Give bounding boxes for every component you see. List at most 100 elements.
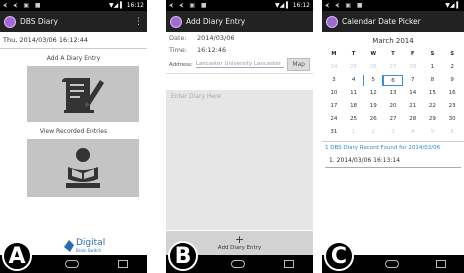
- app-icon[interactable]: [170, 15, 182, 28]
- status-icons-left: ⮜ ⮜ ▣ ■: [325, 1, 365, 9]
- calendar-day: 4: [410, 129, 415, 135]
- calendar-day[interactable]: 10: [324, 88, 344, 99]
- calendar-day: 25: [350, 64, 358, 70]
- add-entry-label: Add A Diary Entry: [46, 55, 101, 62]
- recent-apps-icon[interactable]: [435, 260, 446, 268]
- calendar-day[interactable]: 12: [363, 88, 383, 99]
- calendar-day[interactable]: 25: [344, 114, 364, 125]
- records-found-message: 1 DBS Diary Record Found for 2014/03/06: [322, 141, 464, 154]
- app-icon[interactable]: [326, 15, 338, 28]
- calendar-day[interactable]: 18: [344, 101, 364, 112]
- home-icon[interactable]: [65, 260, 80, 268]
- panel-label-b: B: [168, 241, 198, 271]
- map-button[interactable]: Map: [287, 58, 310, 71]
- calendar-day: 27: [389, 64, 397, 70]
- reading-person-icon: [66, 148, 100, 188]
- calendar-day[interactable]: 31: [324, 127, 344, 138]
- calendar-day[interactable]: 22: [423, 101, 443, 112]
- status-icons-left: ⮜ ⮜ ▣ ■: [3, 1, 43, 9]
- home-icon[interactable]: [384, 260, 399, 268]
- time-row: Time: 16:12:46: [166, 44, 313, 56]
- calendar-day[interactable]: 6: [383, 75, 403, 86]
- panel-label-a: A: [2, 241, 32, 271]
- recent-apps-icon[interactable]: [117, 260, 128, 268]
- calendar-day[interactable]: 11: [344, 88, 364, 99]
- calendar-day: 28: [409, 64, 417, 70]
- calendar-day[interactable]: 14: [403, 88, 423, 99]
- calendar-day: 24: [330, 64, 338, 70]
- calendar-day[interactable]: 7: [403, 75, 423, 86]
- address-row: Address: Lancaster University Lancaster …: [166, 56, 313, 74]
- calendar-day[interactable]: 3: [324, 75, 344, 86]
- calendar-day[interactable]: 21: [403, 101, 423, 112]
- recent-apps-icon[interactable]: [283, 260, 294, 268]
- calendar-day[interactable]: 30: [442, 114, 462, 125]
- calendar-day[interactable]: 19: [363, 101, 383, 112]
- calendar-day: 6: [450, 129, 454, 135]
- app-icon: [4, 15, 16, 28]
- current-datetime: Thu, 2014/03/06 16:12:44: [0, 32, 147, 49]
- status-bar: ⮜ ⮜ ▣ ■ ▼◢ ▍ 16:12: [0, 0, 147, 11]
- calendar-day[interactable]: 28: [403, 114, 423, 125]
- diary-text-area[interactable]: Enter Diary Here: [166, 90, 313, 230]
- status-bar: ⮜ ⮜ ▣ ■ ▼◢ ▍ 16:12: [166, 0, 313, 11]
- screen-title: Add Diary Entry: [186, 17, 246, 26]
- date-value: 2014/03/06: [197, 34, 235, 42]
- calendar-day[interactable]: 26: [363, 114, 383, 125]
- calendar-day[interactable]: 13: [383, 88, 403, 99]
- view-entries-button[interactable]: [27, 139, 139, 197]
- logo-icon: [64, 240, 74, 252]
- weekday-header: T: [351, 51, 356, 57]
- add-entry-button[interactable]: [27, 66, 139, 122]
- calendar-day[interactable]: 8: [423, 75, 443, 86]
- calendar-day[interactable]: 24: [324, 114, 344, 125]
- calendar-month: March 2014: [372, 37, 414, 45]
- date-label: Date:: [169, 34, 187, 42]
- calendar-day[interactable]: 20: [383, 101, 403, 112]
- digital-brain-switch-logo: Digital Brain Switch: [64, 239, 105, 253]
- weekday-header: T: [391, 51, 395, 57]
- action-bar: Add Diary Entry: [166, 11, 313, 32]
- calendar-day[interactable]: 27: [383, 114, 403, 125]
- weekday-header: S: [430, 51, 435, 57]
- calendar: March 2014 M T W T F S S 24 25 26 27 28 1 2 3 4 5…: [322, 32, 464, 138]
- calendar-day[interactable]: 17: [324, 101, 344, 112]
- phone-add-entry: ⮜ ⮜ ▣ ■ ▼◢ ▍ 16:12 Add Diary Entry Date:…: [166, 0, 313, 273]
- panel-label-c: C: [324, 241, 354, 271]
- calendar-day: 5: [430, 129, 435, 135]
- calendar-day[interactable]: 4: [344, 75, 364, 86]
- calendar-day[interactable]: 23: [442, 101, 462, 112]
- app-title: DBS Diary: [20, 17, 58, 26]
- time-label: Time:: [169, 46, 188, 54]
- screen-title: Calendar Date Picker: [342, 17, 421, 26]
- weekday-header: M: [331, 51, 337, 57]
- phone-diary-home: ⮜ ⮜ ▣ ■ ▼◢ ▍ 16:12 DBS Diary ⋮ Thu, 2014…: [0, 0, 147, 273]
- address-field[interactable]: Lancaster University Lancaster: [195, 61, 285, 68]
- status-icons-right: ▼◢ ▍ 16:12: [275, 2, 310, 9]
- calendar-day[interactable]: 1: [423, 62, 443, 73]
- calendar-day[interactable]: 2: [442, 62, 462, 73]
- plus-icon: +: [234, 233, 245, 246]
- status-icons-right: ▼◢ ▍: [445, 2, 461, 9]
- calendar-day[interactable]: 9: [442, 75, 462, 86]
- calendar-day[interactable]: 29: [423, 114, 443, 125]
- status-bar: ⮜ ⮜ ▣ ■ ▼◢ ▍: [322, 0, 464, 11]
- status-icons-right: ▼◢ ▍ 16:12: [109, 2, 144, 9]
- logo-subtitle: Brain Switch: [76, 248, 101, 253]
- calendar-day[interactable]: 15: [423, 88, 443, 99]
- action-bar: Calendar Date Picker: [322, 11, 464, 32]
- address-label: Address:: [169, 61, 193, 68]
- calendar-day[interactable]: 16: [442, 88, 462, 99]
- time-value: 16:12:46: [197, 46, 227, 54]
- calendar-day[interactable]: 5: [363, 75, 384, 86]
- write-document-icon: [62, 78, 104, 113]
- overflow-menu-icon[interactable]: ⋮: [134, 17, 143, 27]
- home-icon[interactable]: [231, 260, 246, 268]
- diary-record-item[interactable]: 1. 2014/03/06 16:13:14: [325, 154, 461, 168]
- diary-placeholder: Enter Diary Here: [171, 93, 222, 100]
- weekday-header: W: [370, 51, 377, 57]
- status-icons-left: ⮜ ⮜ ▣ ■: [169, 1, 209, 9]
- calendar-day: 3: [391, 129, 395, 135]
- calendar-day: 2: [371, 129, 376, 135]
- action-bar: DBS Diary ⋮: [0, 11, 147, 32]
